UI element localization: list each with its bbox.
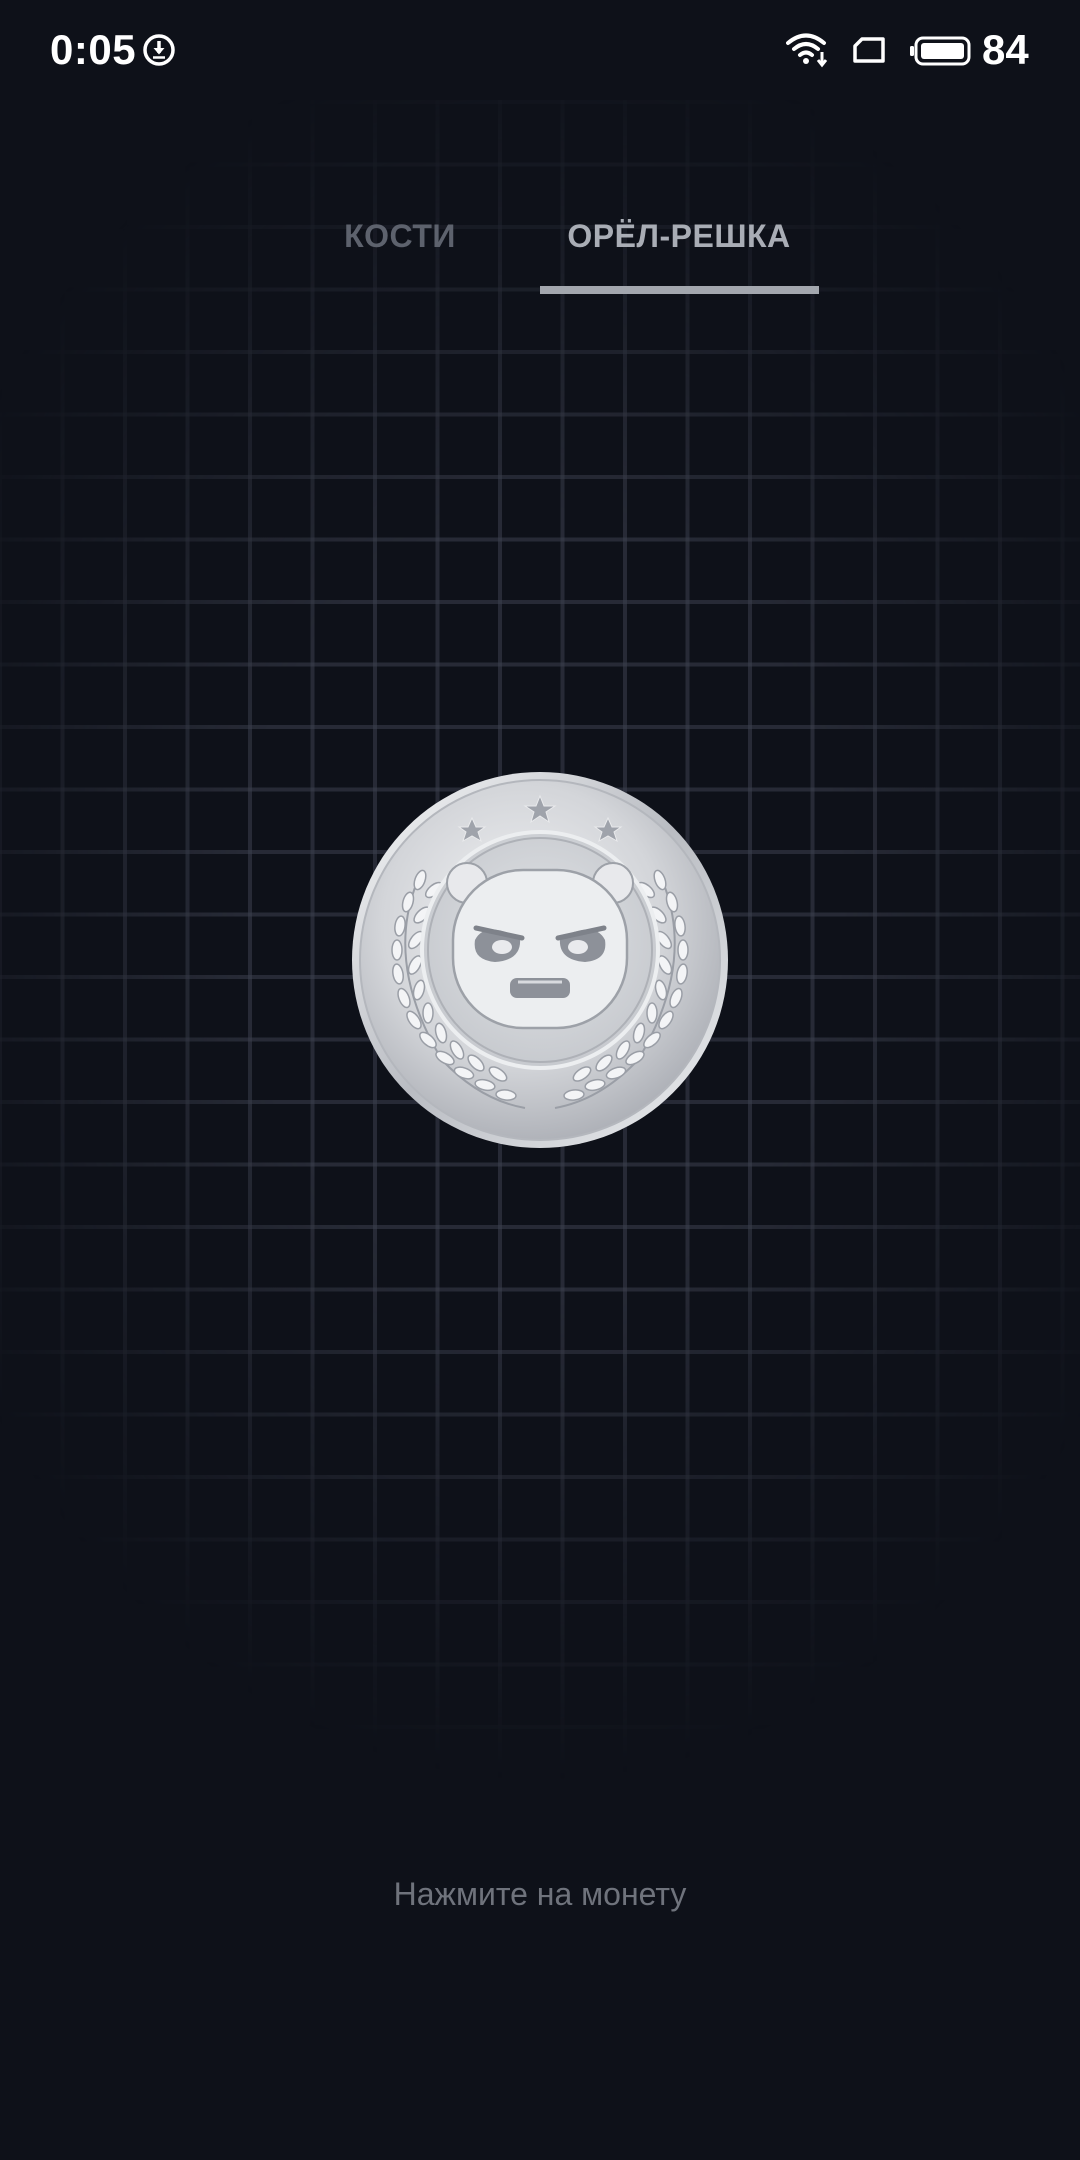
coin-icon[interactable] [350, 770, 730, 1150]
tab-indicator [540, 286, 819, 294]
battery-icon [910, 36, 971, 66]
wifi-icon [786, 33, 828, 68]
status-bar: 0:05 84 [0, 0, 1080, 100]
hint-text: Нажмите на монету [393, 1876, 687, 1912]
download-icon [143, 34, 175, 66]
battery-level: 84 [982, 26, 1029, 73]
status-time: 0:05 [50, 26, 137, 73]
tab-coin-flip[interactable]: ОРЁЛ-РЕШКА [540, 218, 818, 255]
bear-face-icon [446, 862, 634, 1030]
coin-flip-screen: 0:05 84 КОСТИ ОРЁЛ-РЕШКА Нажмите на моне… [0, 0, 1080, 2160]
sim-icon [853, 37, 885, 63]
mode-tabs: КОСТИ ОРЁЛ-РЕШКА [0, 200, 1080, 300]
tab-dice[interactable]: КОСТИ [300, 218, 500, 255]
